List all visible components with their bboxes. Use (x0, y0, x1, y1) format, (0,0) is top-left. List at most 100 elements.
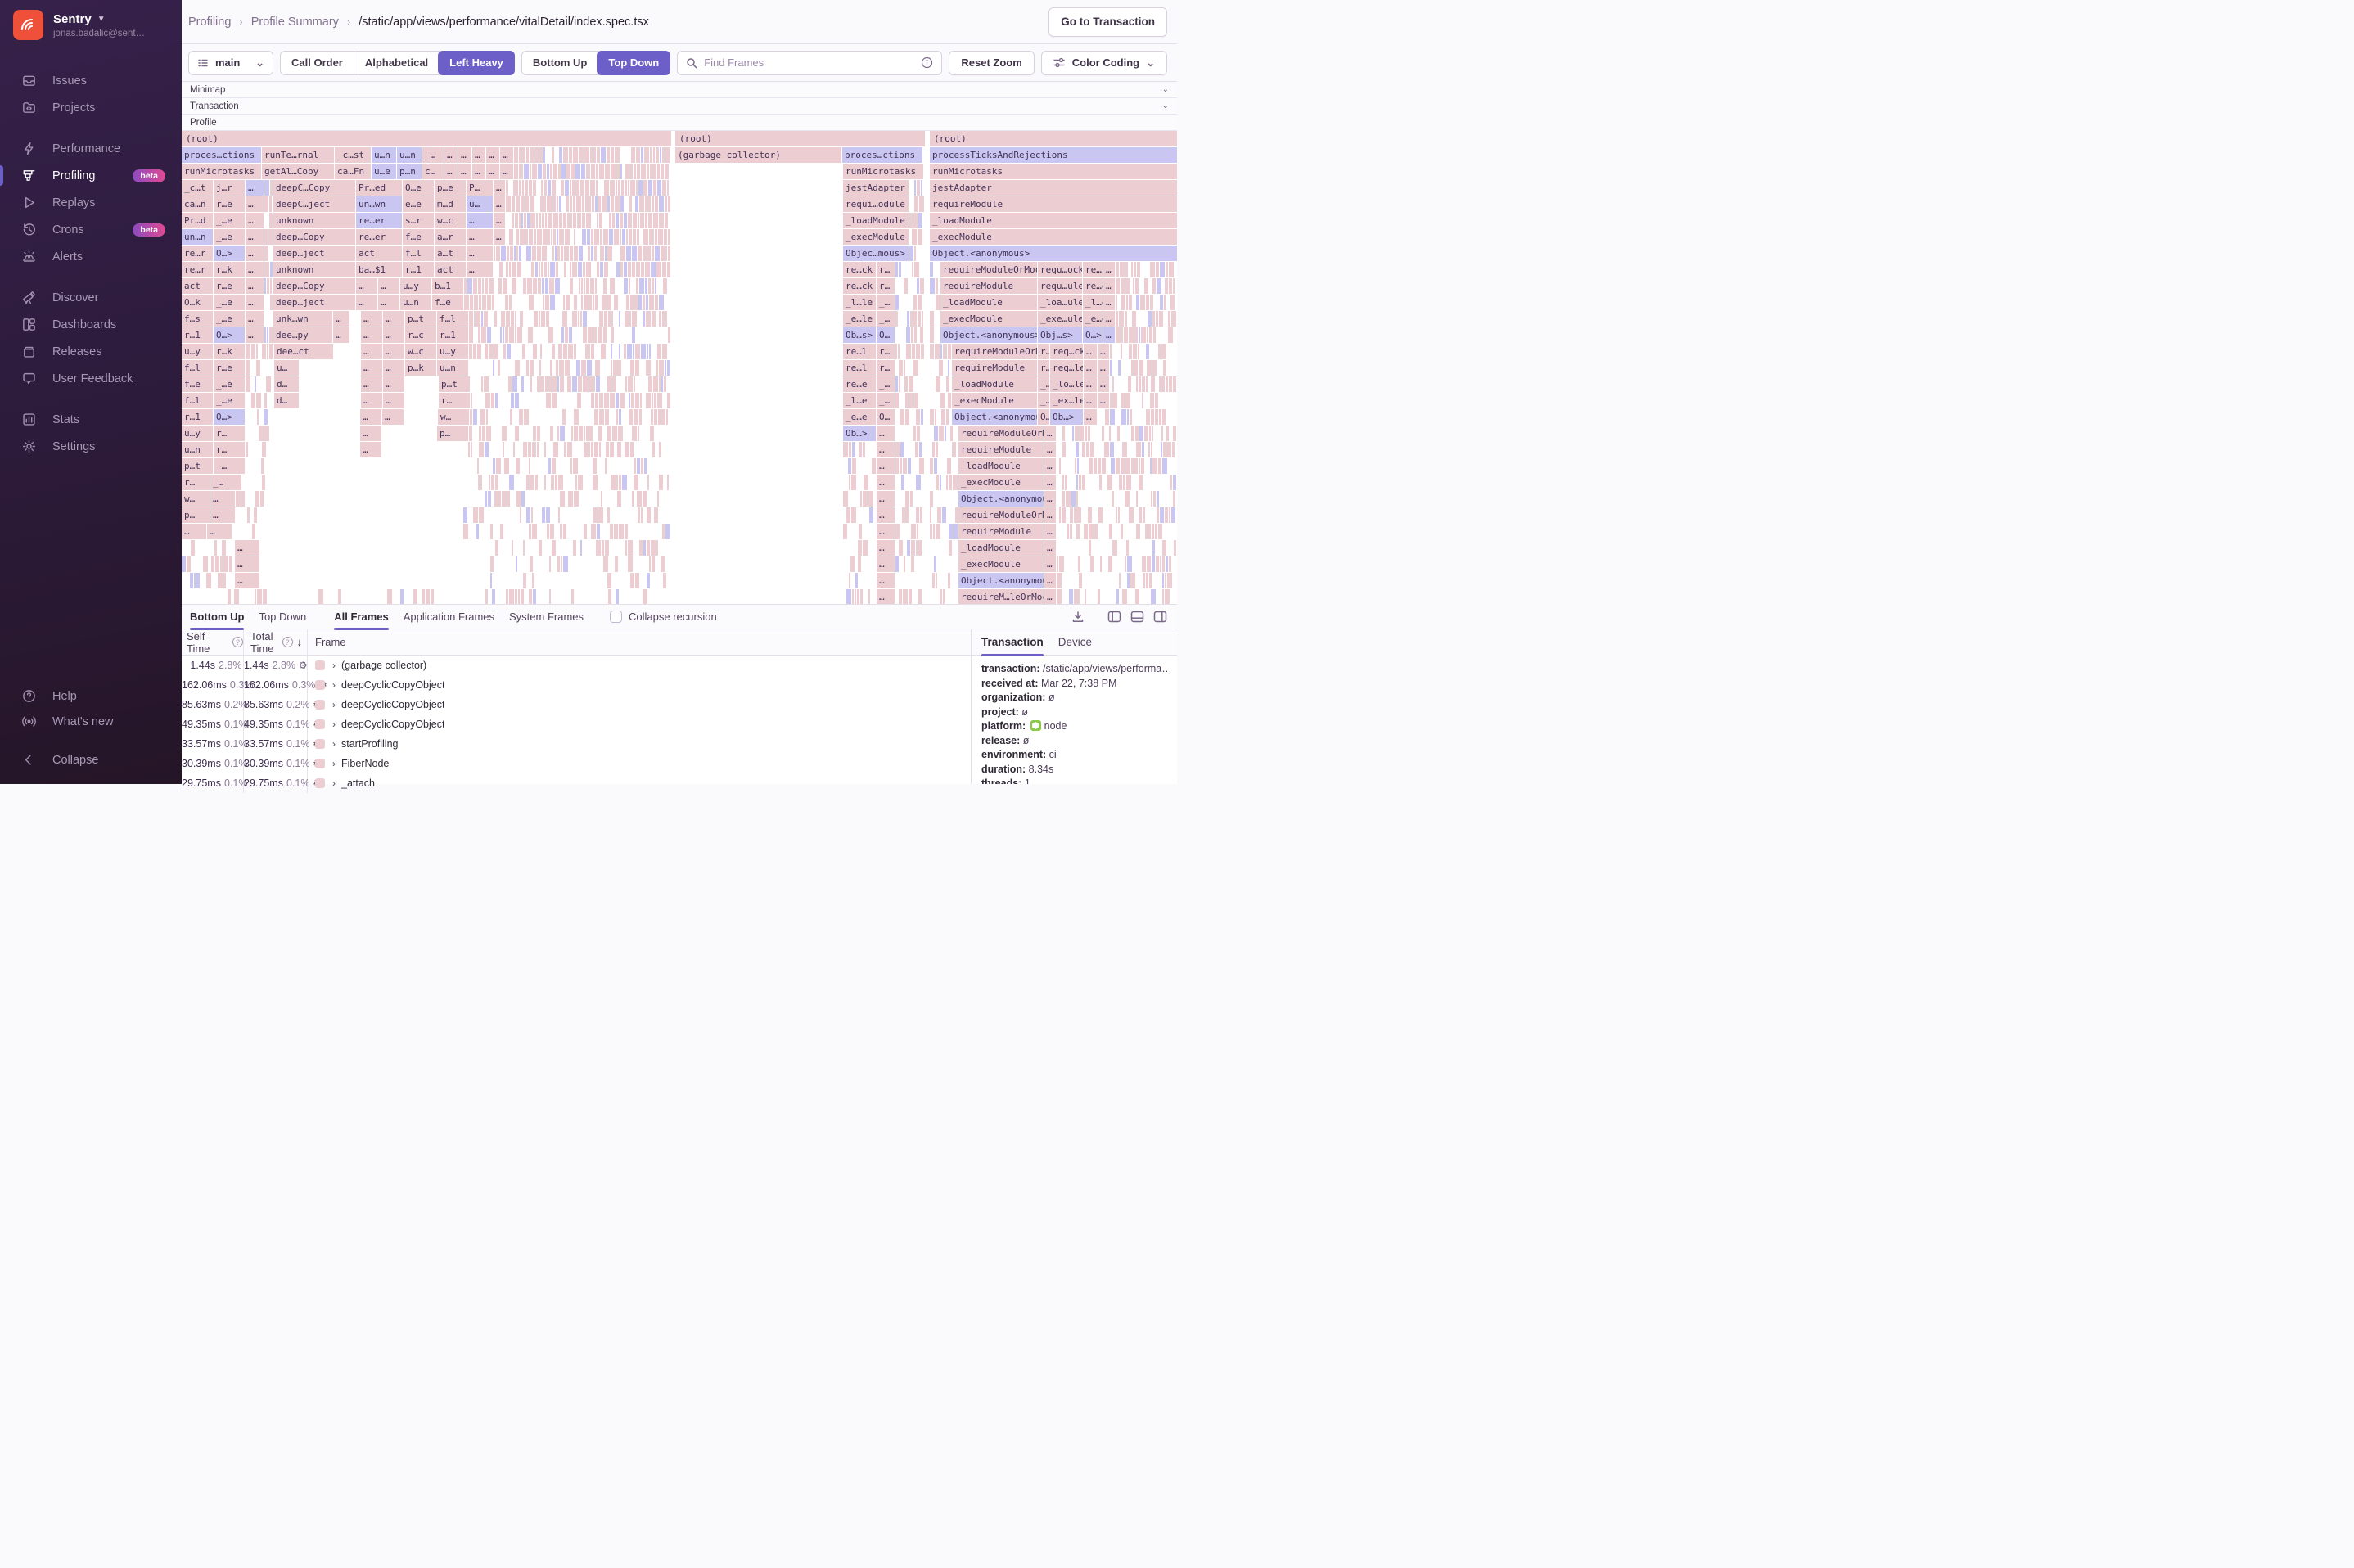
flame-frame-cell[interactable]: w…c (435, 213, 466, 228)
flame-strips[interactable] (843, 442, 876, 457)
flame-strips[interactable] (467, 458, 670, 474)
flame-frame-cell[interactable]: u…n (437, 360, 468, 376)
flame-frame-cell[interactable]: Object.<anonymous> (952, 409, 1037, 425)
flame-strips[interactable] (895, 393, 924, 408)
flame-frame-cell[interactable]: … (877, 540, 895, 556)
flame-strips[interactable] (182, 589, 671, 604)
flame-strips[interactable] (246, 376, 273, 392)
flame-frame-cell[interactable]: un…n (182, 229, 213, 245)
flame-strips[interactable] (1057, 426, 1176, 441)
flame-frame-cell[interactable]: (root) (182, 131, 671, 146)
flame-strips[interactable] (463, 475, 670, 490)
flame-frame-cell[interactable]: unknown (273, 262, 355, 277)
breadcrumb-item[interactable]: Profile Summary (251, 16, 339, 29)
flame-strips[interactable] (930, 327, 940, 343)
flame-frame-cell[interactable]: O…e (403, 180, 434, 196)
flame-frame-cell[interactable]: Objec…mous> (843, 246, 909, 261)
flame-strips[interactable] (895, 376, 924, 392)
flame-frame-cell[interactable]: … (877, 442, 895, 457)
flame-frame-cell[interactable]: requireModuleOrMock (958, 507, 1044, 523)
flame-frame-cell[interactable]: requireModuleOrMock (940, 262, 1037, 277)
flame-frame-cell[interactable]: _loadModule (958, 458, 1044, 474)
flame-strips[interactable] (843, 491, 876, 507)
flame-frame-cell[interactable]: … (1044, 507, 1056, 523)
flame-frame-cell[interactable]: … (246, 262, 264, 277)
download-icon[interactable] (1071, 611, 1085, 624)
expand-chevron-icon[interactable]: › (332, 679, 336, 691)
flame-frame-cell[interactable]: … (360, 426, 381, 441)
flame-frame-cell[interactable]: u…y (182, 426, 213, 441)
flame-frame-cell[interactable]: _loadModule (843, 213, 909, 228)
flame-frame-cell[interactable]: O…k (182, 295, 213, 310)
flame-frame-cell[interactable]: … (1084, 393, 1097, 408)
flame-frame-cell[interactable]: Ob…> (843, 426, 876, 441)
table-row[interactable]: 49.35ms0.1%49.35ms0.1%⚙›deepCyclicCopyOb… (182, 714, 971, 734)
flame-frame-cell[interactable]: _…e (214, 229, 245, 245)
flame-frame-cell[interactable]: … (246, 246, 264, 261)
flame-frame-cell[interactable]: _… (877, 311, 895, 327)
flame-frame-cell[interactable]: Object.<anonymous> (940, 327, 1037, 343)
flame-frame-cell[interactable]: _execModule (940, 311, 1037, 327)
flame-strips[interactable] (182, 556, 234, 572)
expand-chevron-icon[interactable]: › (332, 758, 336, 769)
breadcrumb-item[interactable]: /static/app/views/performance/vitalDetai… (359, 16, 649, 29)
flame-frame-cell[interactable]: r…1 (182, 409, 213, 425)
flame-frame-cell[interactable]: r… (1038, 344, 1049, 359)
flame-frame-cell[interactable]: r…1 (437, 327, 468, 343)
sidebar-item-performance[interactable]: Performance (0, 135, 182, 162)
flame-frame-cell[interactable]: processTicksAndRejections (930, 147, 1177, 163)
flame-frame-cell[interactable]: u…y (182, 344, 213, 359)
flame-frame-cell[interactable]: … (235, 540, 259, 556)
flame-frame-cell[interactable]: u…y (400, 278, 431, 294)
flame-frame-cell[interactable]: deepC…Copy (273, 180, 355, 196)
flame-strips[interactable] (264, 262, 273, 277)
flame-strips[interactable] (264, 196, 273, 212)
flame-frame-cell[interactable]: O…> (1083, 327, 1103, 343)
flame-frame-cell[interactable]: … (1044, 491, 1056, 507)
flame-strips[interactable] (469, 327, 670, 343)
flame-frame-cell[interactable]: … (1098, 393, 1109, 408)
flame-frame-cell[interactable]: f…l (182, 393, 213, 408)
table-row[interactable]: 1.44s 2.8% 1.44s 2.8% ⚙ › (garbage collector) (182, 656, 971, 675)
flame-frame-cell[interactable]: Obj…s> (1038, 327, 1082, 343)
color-coding-button[interactable]: Color Coding ⌄ (1040, 50, 1167, 75)
flame-frame-cell[interactable]: Pr…d (182, 213, 213, 228)
flame-frame-cell[interactable]: _loadModule (940, 295, 1037, 310)
flame-strips[interactable] (264, 311, 273, 327)
flame-frame-cell[interactable]: … (246, 196, 264, 212)
flame-frame-cell[interactable]: … (877, 589, 895, 604)
flame-frame-cell[interactable]: … (361, 344, 382, 359)
flame-frame-cell[interactable]: r… (182, 475, 210, 490)
flame-frame-cell[interactable]: _loadModule (958, 540, 1044, 556)
flame-frame-cell[interactable]: runTe…rnal (262, 147, 334, 163)
flame-strips[interactable] (1116, 295, 1176, 310)
flame-frame-cell[interactable]: re…ck (843, 278, 876, 294)
flame-frame-cell[interactable]: proces…ctions (842, 147, 922, 163)
flame-frame-cell[interactable]: … (246, 327, 264, 343)
flame-frame-cell[interactable]: w… (182, 491, 210, 507)
flame-frame-cell[interactable]: p…k (405, 360, 436, 376)
flame-frame-cell[interactable]: … (360, 409, 381, 425)
flame-frame-cell[interactable]: O…> (214, 327, 245, 343)
flame-frame-cell[interactable]: f…l (403, 246, 434, 261)
flame-frame-cell[interactable]: Object.<anonymous> (958, 573, 1044, 588)
flame-frame-cell[interactable]: u… (467, 196, 493, 212)
flame-frame-cell[interactable]: re…e (1083, 278, 1103, 294)
flame-frame-cell[interactable]: r…k (214, 262, 245, 277)
flame-strips[interactable] (1116, 311, 1176, 327)
flame-strips[interactable] (843, 573, 876, 588)
flame-frame-cell[interactable]: u…n (400, 295, 431, 310)
flame-frame-cell[interactable]: … (378, 295, 399, 310)
flame-strips[interactable] (909, 213, 924, 228)
flame-strips[interactable] (490, 540, 670, 556)
flame-frame-cell[interactable]: … (1098, 344, 1109, 359)
flame-frame-cell[interactable]: e…e (403, 196, 434, 212)
flame-strips[interactable] (246, 409, 273, 425)
flame-frame-cell[interactable]: r… (1038, 360, 1049, 376)
flame-frame-cell[interactable]: r… (877, 278, 895, 294)
flame-frame-cell[interactable]: re…l (843, 344, 876, 359)
flame-frame-cell[interactable]: u… (274, 360, 299, 376)
sidebar-item-projects[interactable]: Projects (0, 94, 182, 121)
flame-frame-cell[interactable]: _l…e (1083, 295, 1103, 310)
flame-frame-cell[interactable]: … (486, 147, 499, 163)
